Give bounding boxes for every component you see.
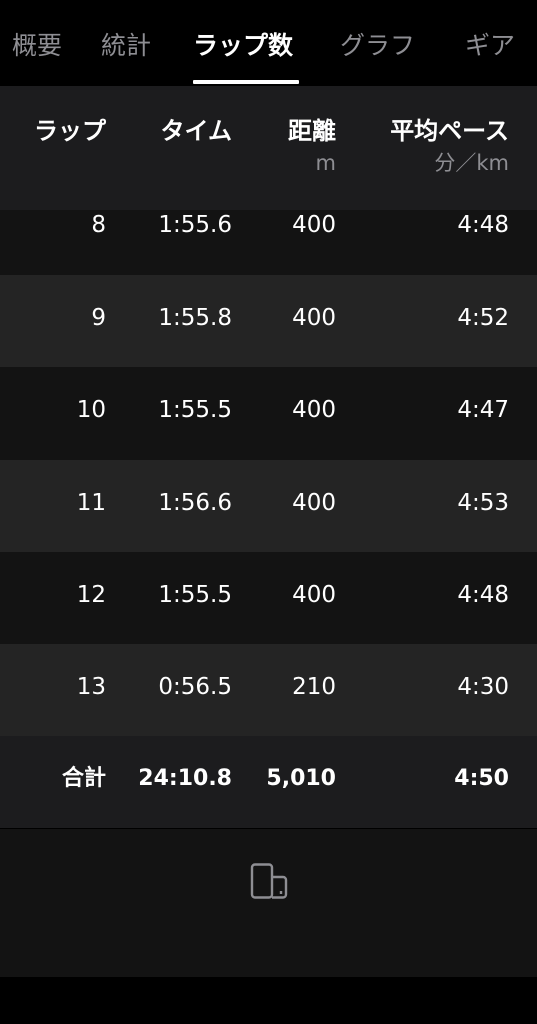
lap-time: 1:55.5 [158, 397, 232, 424]
lap-pace: 4:48 [457, 212, 509, 238]
lap-time: 1:55.5 [158, 581, 232, 608]
lap-distance: 210 [292, 674, 336, 701]
table-row: 13 0:56.5 210 4:30 [0, 644, 537, 737]
lap-distance: 400 [292, 212, 336, 238]
lap-distance: 400 [292, 397, 336, 424]
footer-panel [0, 829, 537, 977]
active-tab-indicator [193, 80, 299, 84]
tab-bar: 概要 統計 ラップ数 グラフ ギア [0, 0, 537, 86]
table-header: ラップ タイム 距離 m 平均ペース 分／km [0, 86, 537, 210]
lap-distance: 400 [292, 305, 336, 331]
lap-number: 13 [76, 674, 106, 701]
column-header-distance: 距離 [288, 117, 336, 145]
lap-pace: 4:47 [457, 397, 509, 424]
column-header-lap: ラップ [34, 117, 106, 145]
lap-number: 12 [76, 581, 106, 608]
lap-pace: 4:52 [457, 305, 509, 331]
total-row: 合計 24:10.8 5,010 4:50 [0, 736, 537, 829]
column-header-avg-pace: 平均ペース [390, 117, 509, 145]
table-row: 8 1:55.6 400 4:48 [0, 210, 537, 275]
lap-time: 1:56.6 [158, 489, 232, 516]
column-unit-pace: 分／km [434, 151, 509, 175]
lap-time: 0:56.5 [158, 674, 232, 701]
tab-overview[interactable]: 概要 [12, 26, 62, 66]
lap-time: 1:55.6 [158, 212, 232, 238]
lap-pace: 4:30 [457, 674, 509, 701]
lap-number: 11 [76, 489, 106, 516]
tab-graphs[interactable]: グラフ [340, 26, 415, 66]
lap-number: 8 [91, 212, 106, 238]
tab-gear[interactable]: ギア [465, 26, 515, 66]
total-label: 合計 [61, 766, 106, 792]
total-time: 24:10.8 [138, 766, 232, 792]
total-distance: 5,010 [266, 766, 336, 792]
lap-distance: 400 [292, 489, 336, 516]
table-row: 11 1:56.6 400 4:53 [0, 459, 537, 552]
column-header-time: タイム [160, 117, 232, 145]
table-row: 10 1:55.5 400 4:47 [0, 367, 537, 460]
device-sync-icon[interactable] [250, 863, 290, 899]
tab-stats[interactable]: 統計 [101, 26, 151, 66]
lap-pace: 4:48 [457, 581, 509, 608]
tab-laps[interactable]: ラップ数 [193, 26, 293, 66]
lap-time: 1:55.8 [158, 305, 232, 331]
column-unit-distance: m [315, 151, 336, 175]
total-pace: 4:50 [454, 766, 509, 792]
lap-number: 10 [76, 397, 106, 424]
table-row: 12 1:55.5 400 4:48 [0, 551, 537, 645]
lap-number: 9 [91, 305, 106, 331]
lap-pace: 4:53 [457, 489, 509, 516]
table-row: 9 1:55.8 400 4:52 [0, 275, 537, 368]
bottom-bar [0, 977, 537, 1024]
lap-table[interactable]: 8 1:55.6 400 4:48 9 1:55.8 400 4:52 10 1… [0, 210, 537, 829]
lap-distance: 400 [292, 581, 336, 608]
